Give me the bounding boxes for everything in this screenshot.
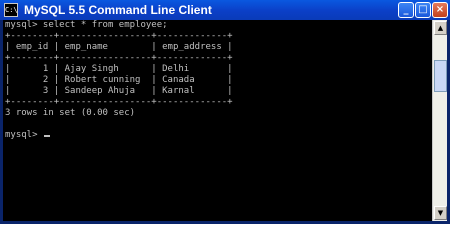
maximize-button[interactable]: □	[415, 2, 431, 18]
scrollbar-thumb[interactable]	[434, 60, 447, 92]
console-prompt-line[interactable]: mysql>	[5, 130, 50, 140]
title-bar[interactable]: C:\ MySQL 5.5 Command Line Client _ □ ×	[0, 0, 450, 20]
window-title: MySQL 5.5 Command Line Client	[24, 3, 212, 17]
table-row: | 2 | Robert cunning | Canada |	[5, 75, 233, 85]
table-row: | 1 | Ajay Singh | Delhi |	[5, 64, 233, 74]
close-button[interactable]: ×	[432, 2, 448, 18]
table-row: | 3 | Sandeep Ahuja | Karnal |	[5, 86, 233, 96]
table-border-header: +--------+-----------------+------------…	[5, 53, 233, 63]
scroll-up-arrow-icon[interactable]: ▲	[434, 21, 447, 35]
scroll-down-arrow-icon[interactable]: ▼	[434, 206, 447, 220]
console-window: C:\ MySQL 5.5 Command Line Client _ □ × …	[0, 0, 450, 224]
console-prompt: mysql>	[5, 130, 43, 140]
window-bottom-border	[0, 221, 450, 224]
console-output[interactable]: mysql> select * from employee; +--------…	[3, 20, 432, 221]
minimize-button[interactable]: _	[398, 2, 414, 18]
vertical-scrollbar[interactable]: ▲ ▼	[432, 20, 447, 221]
console-line-prompt-query: mysql> select * from employee;	[5, 20, 168, 30]
result-summary: 3 rows in set (0.00 sec)	[5, 108, 136, 118]
table-border-top: +--------+-----------------+------------…	[5, 31, 233, 41]
table-border-bottom: +--------+-----------------+------------…	[5, 97, 233, 107]
text-cursor	[43, 135, 50, 137]
console-app-icon[interactable]: C:\	[4, 3, 18, 17]
table-header-row: | emp_id | emp_name | emp_address |	[5, 42, 233, 52]
